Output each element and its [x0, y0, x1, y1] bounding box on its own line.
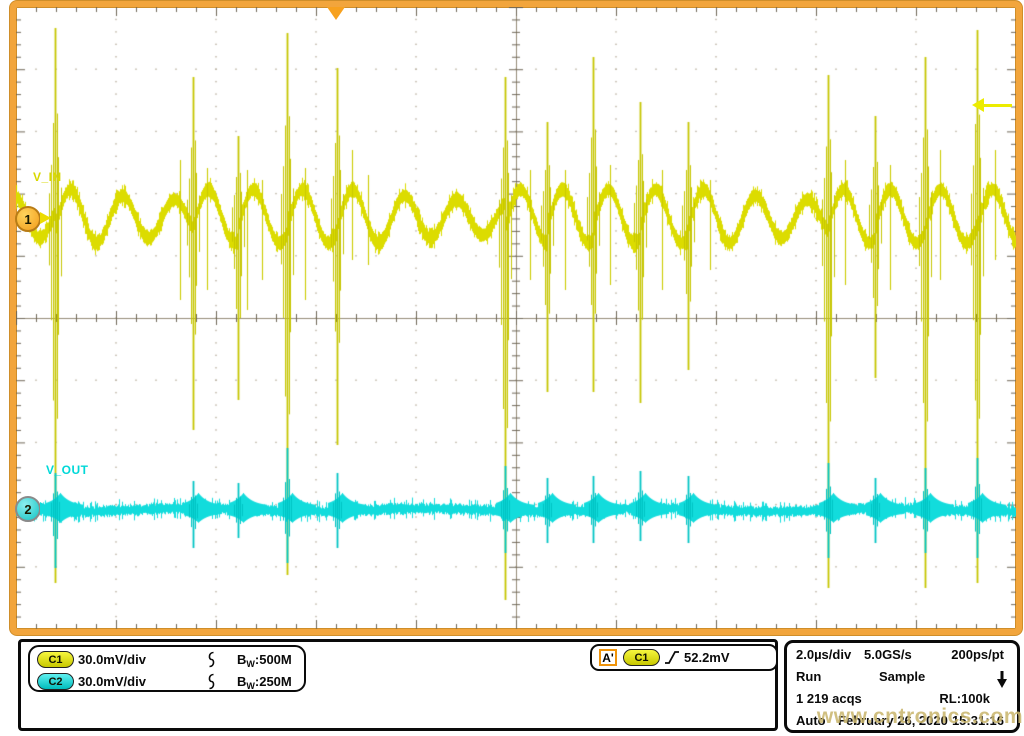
time-readout: 15:31:16: [952, 713, 1004, 728]
ch2-position-marker[interactable]: 2: [15, 496, 61, 520]
ch1-marker-number: 1: [15, 206, 41, 232]
ch1-position-marker[interactable]: 1: [15, 206, 61, 230]
trigger-level-arrow-tail: [984, 104, 1012, 107]
rising-edge-icon: [664, 649, 680, 671]
trigger-position-marker-icon[interactable]: [327, 7, 345, 20]
ch2-scale: 30.0mV/div: [78, 674, 146, 689]
graticule-frame: [10, 1, 1022, 635]
acquisition-state-row: Run Sample: [787, 669, 1017, 691]
oscilloscope-screen: 1 2 V_IN V_OUT C1 30.0mV/div BW:500M C2 …: [0, 0, 1024, 736]
channel-readout-panel[interactable]: C1 30.0mV/div BW:500M C2 30.0mV/div BW:2…: [28, 645, 306, 692]
acq-mode: Sample: [879, 669, 925, 684]
trigger-level-marker-icon[interactable]: [970, 98, 1014, 114]
ch2-bw-value: :250M: [255, 674, 292, 689]
ch2-waveform-label: V_OUT: [46, 463, 89, 477]
ch2-readout-row[interactable]: C2 30.0mV/div BW:250M: [30, 671, 304, 692]
ch1-waveform-label: V_IN: [33, 170, 62, 184]
ac-coupling-icon: [206, 651, 217, 673]
ch1-scale: 30.0mV/div: [78, 652, 146, 667]
acq-state: Run: [796, 669, 821, 684]
acq-count: 1 219 acqs: [796, 691, 862, 706]
ch2-bw-b: B: [237, 674, 246, 689]
trigger-source-badge[interactable]: C1: [623, 649, 660, 666]
ch1-bw-value: :500M: [255, 652, 292, 667]
ch2-marker-arrow-icon: [40, 502, 51, 514]
timebase-readout: 2.0µs/div: [796, 647, 851, 662]
timebase-row: 2.0µs/div 5.0GS/s 200ps/pt: [787, 647, 1017, 669]
ch1-bw-w: W: [246, 659, 255, 669]
date-readout: February 26, 2020: [838, 713, 948, 728]
trigger-level-readout: 52.2mV: [684, 650, 730, 665]
trigger-mode-badge[interactable]: A': [599, 649, 617, 666]
ch2-badge[interactable]: C2: [37, 673, 74, 690]
sample-rate-readout: 5.0GS/s: [864, 647, 912, 662]
ch1-readout-row[interactable]: C1 30.0mV/div BW:500M: [30, 649, 304, 670]
acquisition-count-row: 1 219 acqs RL:100k: [787, 691, 1017, 713]
ac-coupling-icon: [206, 673, 217, 695]
ch2-bw-w: W: [246, 681, 255, 691]
record-length: RL:100k: [939, 691, 990, 706]
waveform-canvas: [16, 7, 1016, 629]
ch1-badge[interactable]: C1: [37, 651, 74, 668]
resolution-readout: 200ps/pt: [951, 647, 1004, 662]
horizontal-acquisition-panel[interactable]: 2.0µs/div 5.0GS/s 200ps/pt Run Sample 1 …: [784, 640, 1020, 733]
ch2-marker-number: 2: [15, 496, 41, 522]
ch1-marker-arrow-icon: [40, 212, 51, 224]
trigger-readout-panel[interactable]: A' C1 52.2mV: [590, 644, 778, 671]
ch1-bw-b: B: [237, 652, 246, 667]
ch2-bandwidth: BW:250M: [237, 674, 292, 691]
trigger-level-arrow-head: [972, 98, 984, 112]
trigger-mode-row: Auto February 26, 2020 15:31:16: [787, 713, 1017, 735]
trigger-mode: Auto: [796, 713, 826, 728]
ch1-bandwidth: BW:500M: [237, 652, 292, 669]
